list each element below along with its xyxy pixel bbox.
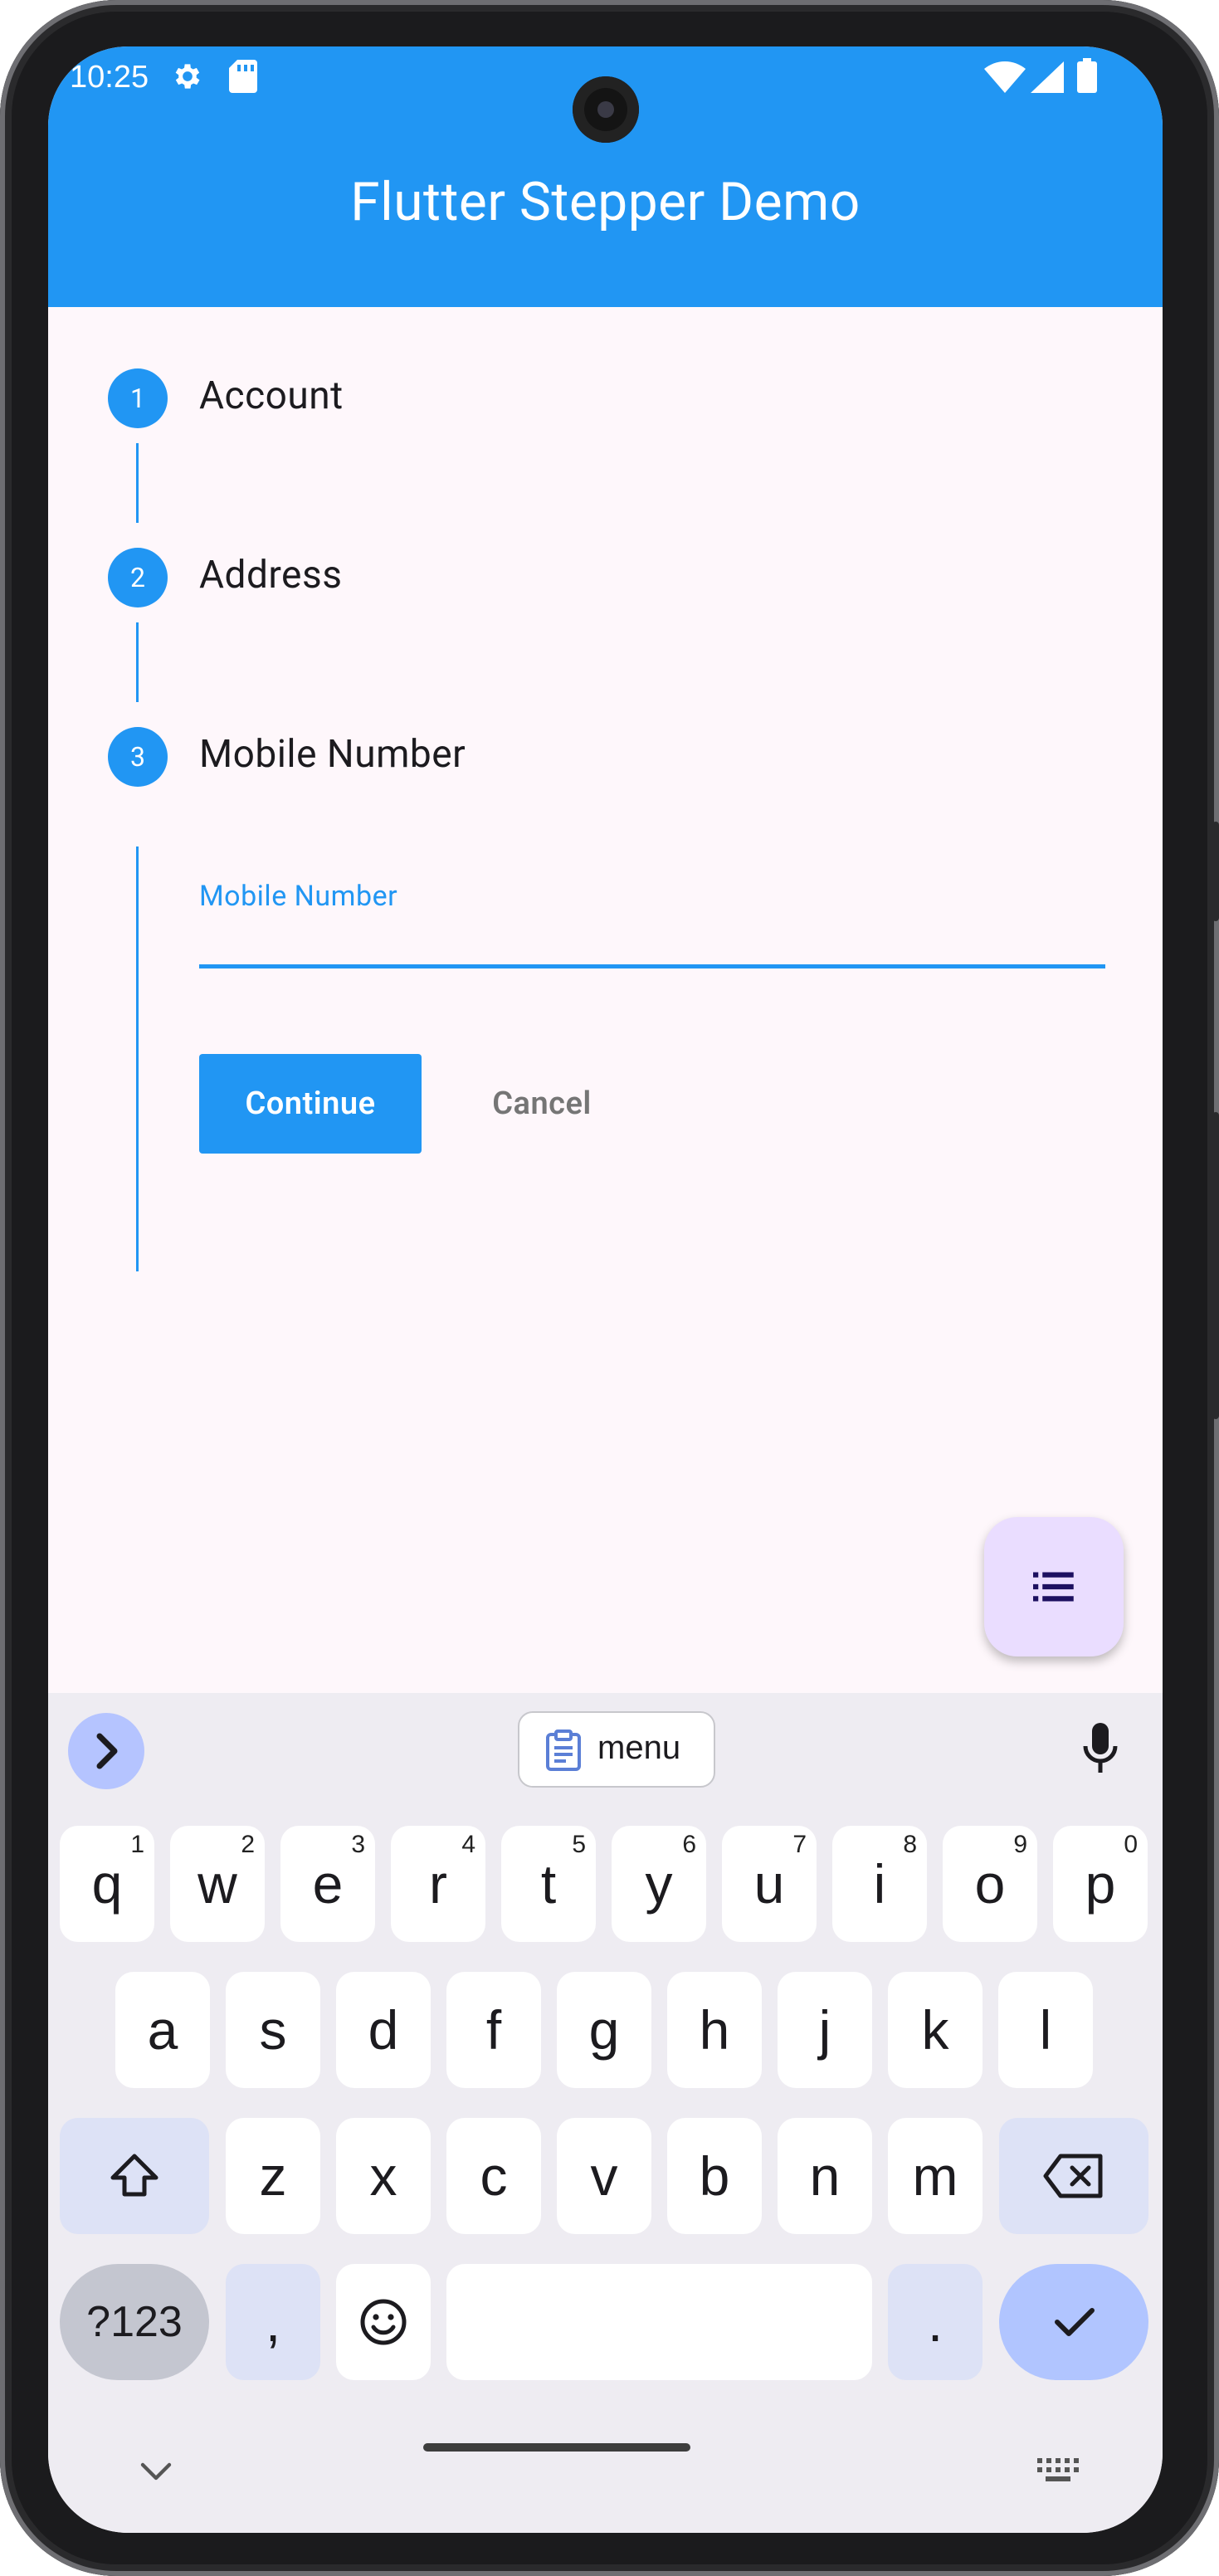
key-l[interactable]: l (998, 1972, 1093, 2088)
done-key[interactable] (999, 2264, 1148, 2380)
step-number: 2 (108, 548, 168, 607)
step-number: 3 (108, 727, 168, 787)
key-q[interactable]: q1 (60, 1826, 154, 1942)
step-label: Account (199, 373, 344, 418)
shift-icon (110, 2154, 158, 2197)
key-f[interactable]: f (446, 1972, 541, 2088)
list-icon (1033, 1572, 1074, 1602)
step-connector (136, 622, 139, 702)
backspace-key[interactable] (999, 2118, 1148, 2234)
key-w[interactable]: w2 (170, 1826, 265, 1942)
step-number: 1 (108, 368, 168, 428)
battery-icon (1077, 58, 1097, 96)
microphone-icon[interactable] (1082, 1721, 1119, 1778)
key-t[interactable]: t5 (501, 1826, 596, 1942)
sd-card-icon (229, 60, 257, 96)
emoji-icon (360, 2299, 407, 2345)
screen: 10:25 Flutter Stepper Demo 1 Account 2 A… (48, 46, 1163, 2533)
keyboard-switch-icon[interactable] (1037, 2458, 1079, 2486)
key-i[interactable]: i8 (832, 1826, 927, 1942)
fab-button[interactable] (984, 1517, 1124, 1656)
phone-frame: 10:25 Flutter Stepper Demo 1 Account 2 A… (0, 0, 1219, 2576)
settings-icon (171, 60, 204, 96)
key-s[interactable]: s (226, 1972, 320, 2088)
step-content-line (136, 846, 139, 1271)
key-n[interactable]: n (778, 2118, 872, 2234)
step-label: Mobile Number (199, 732, 466, 777)
app-bar: 10:25 Flutter Stepper Demo (48, 46, 1163, 307)
key-u[interactable]: u7 (722, 1826, 817, 1942)
gesture-nav-handle[interactable] (423, 2443, 690, 2452)
status-time: 10:25 (70, 60, 149, 95)
check-icon (1055, 2308, 1095, 2336)
key-y[interactable]: y6 (612, 1826, 706, 1942)
clipboard-icon (546, 1730, 581, 1771)
key-b[interactable]: b (667, 2118, 762, 2234)
key-o[interactable]: o9 (943, 1826, 1037, 1942)
step-label: Address (199, 553, 343, 598)
soft-keyboard: menu q1 w2 e3 r4 t5 y6 u7 i8 o9 p0 a s d… (48, 1693, 1163, 2533)
hide-keyboard-icon[interactable] (139, 2461, 173, 2485)
wifi-icon (984, 61, 1026, 96)
chip-label: menu (597, 1730, 681, 1766)
expand-toolbar-button[interactable] (68, 1713, 144, 1789)
key-x[interactable]: x (336, 2118, 431, 2234)
cancel-button[interactable]: Cancel (446, 1054, 637, 1154)
key-z[interactable]: z (226, 2118, 320, 2234)
keyboard-toolbar: menu (48, 1693, 1163, 1801)
page-title: Flutter Stepper Demo (350, 171, 861, 233)
key-h[interactable]: h (667, 1972, 762, 2088)
power-button (1212, 1112, 1219, 1419)
shift-key[interactable] (60, 2118, 209, 2234)
key-e[interactable]: e3 (280, 1826, 375, 1942)
period-key[interactable]: . (888, 2264, 983, 2380)
key-k[interactable]: k (888, 1972, 983, 2088)
step-connector (136, 443, 139, 523)
space-key[interactable] (446, 2264, 872, 2380)
cell-signal-icon (1031, 61, 1064, 96)
continue-button[interactable]: Continue (199, 1054, 422, 1154)
clipboard-suggestion-chip[interactable]: menu (518, 1711, 715, 1788)
key-p[interactable]: p0 (1053, 1826, 1148, 1942)
key-c[interactable]: c (446, 2118, 541, 2234)
backspace-icon (1043, 2154, 1103, 2198)
chevron-right-icon (96, 1733, 118, 1769)
key-a[interactable]: a (115, 1972, 210, 2088)
mobile-number-field[interactable] (199, 918, 1105, 968)
key-d[interactable]: d (336, 1972, 431, 2088)
key-j[interactable]: j (778, 1972, 872, 2088)
key-g[interactable]: g (557, 1972, 651, 2088)
comma-key[interactable]: , (226, 2264, 320, 2380)
emoji-key[interactable] (336, 2264, 431, 2380)
key-m[interactable]: m (888, 2118, 983, 2234)
volume-button (1212, 822, 1219, 921)
symbols-key[interactable]: ?123 (60, 2264, 209, 2380)
key-r[interactable]: r4 (391, 1826, 485, 1942)
front-camera (573, 76, 639, 143)
key-v[interactable]: v (557, 2118, 651, 2234)
mobile-number-label: Mobile Number (199, 880, 398, 913)
